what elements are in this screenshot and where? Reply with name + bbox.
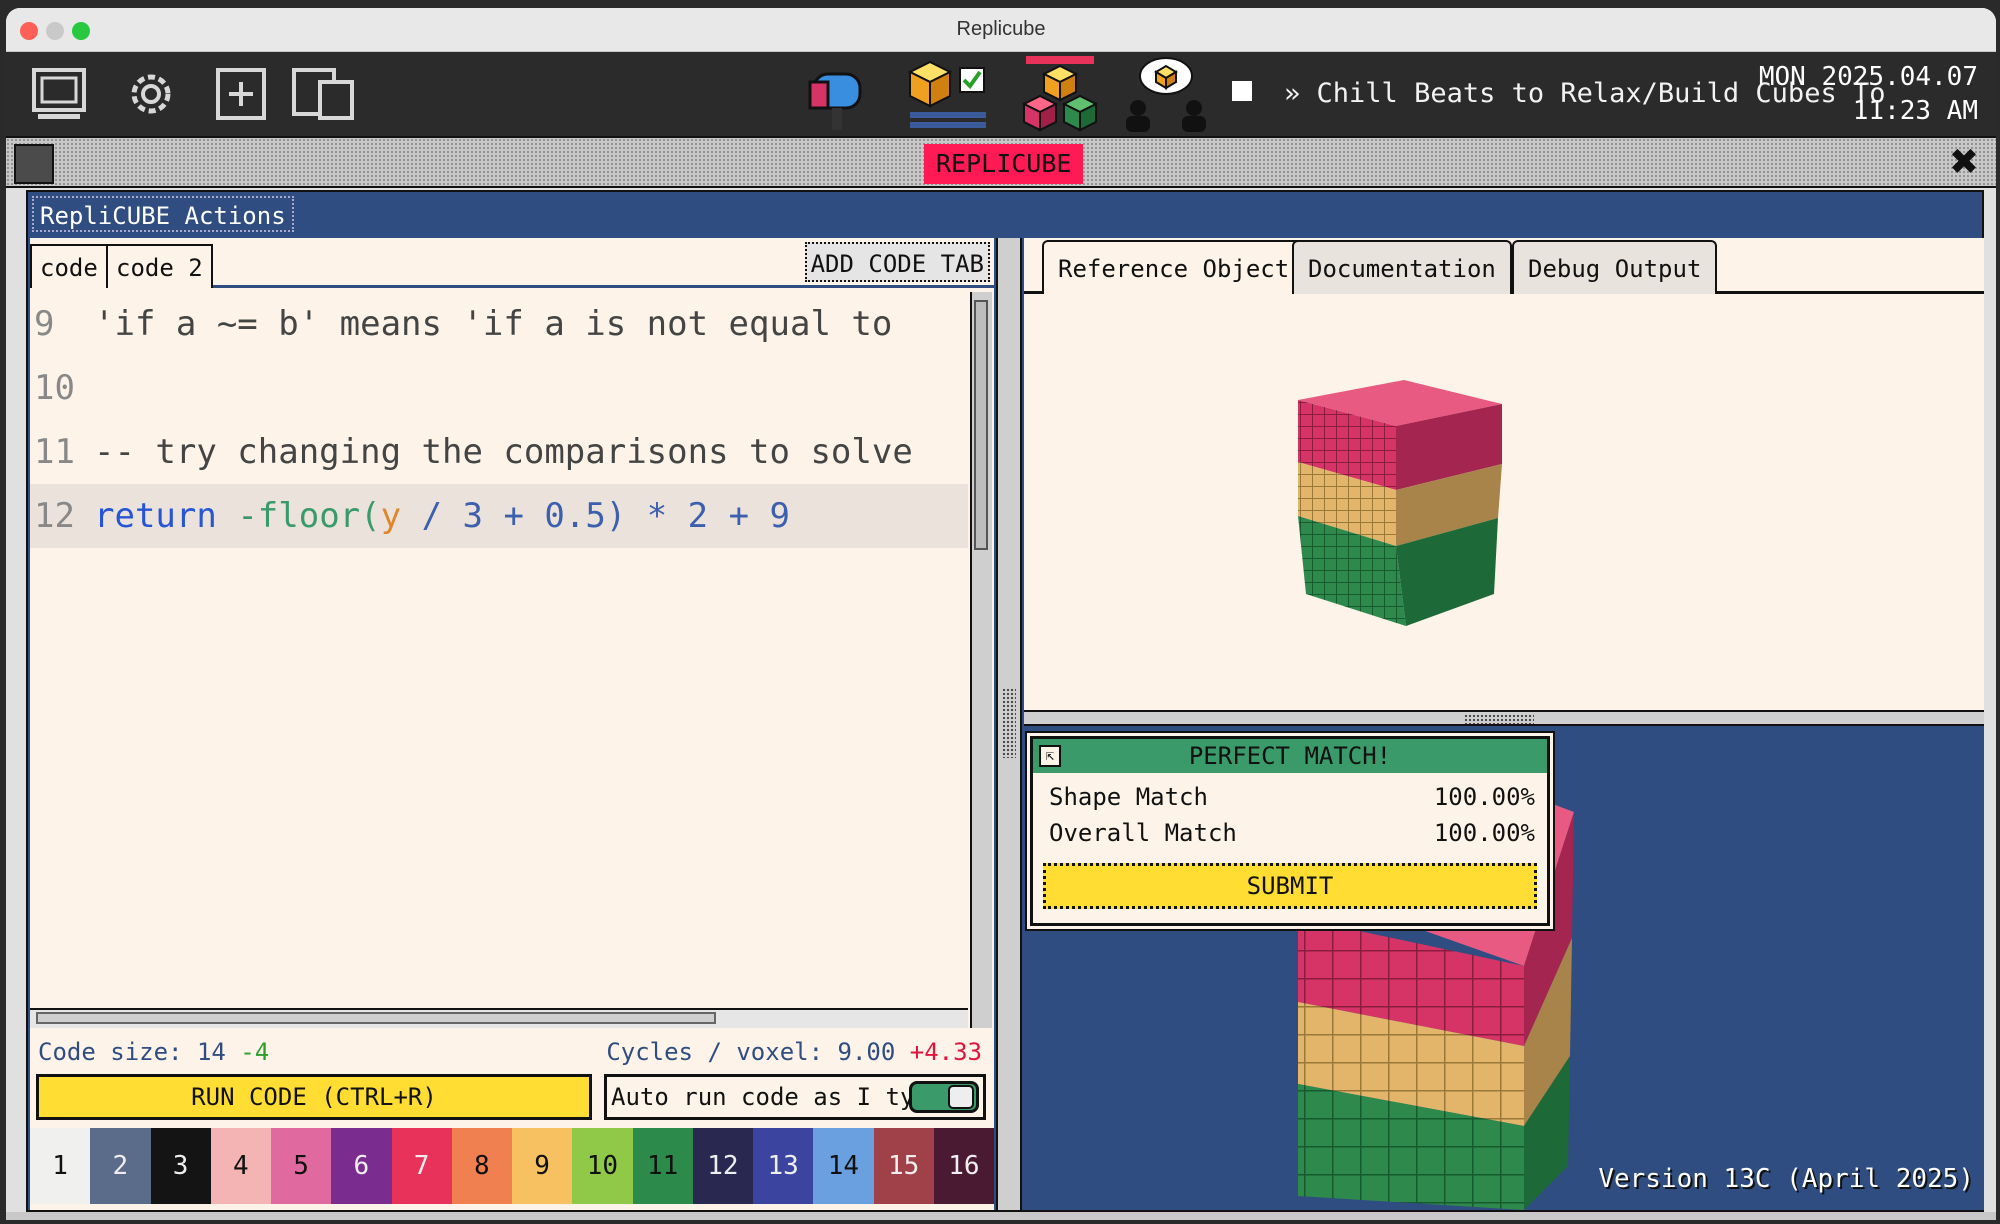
color-swatch-9[interactable]: 9 — [512, 1128, 573, 1204]
color-palette: 1 2 3 4 5 6 7 8 9 10 11 12 13 14 15 16 — [30, 1128, 994, 1204]
copy-window-icon[interactable] — [290, 66, 356, 122]
actions-bar: RepliCUBE Actions — [28, 192, 1982, 236]
app-badge: REPLICUBE — [924, 144, 1084, 184]
people-cube-icon[interactable] — [1124, 56, 1208, 134]
app-window: Replicube » Chill Beats to Relax/Build C… — [6, 8, 1996, 1220]
stop-music-button[interactable] — [1232, 81, 1252, 101]
code-line: 10 — [34, 368, 75, 408]
actions-title[interactable]: RepliCUBE Actions — [32, 196, 294, 232]
code-editor-panel: code code 2 ADD CODE TAB 9'if a ~= b' me… — [30, 238, 994, 1210]
code-tabs: code code 2 ADD CODE TAB — [30, 238, 994, 288]
code-size: Code size: 14 -4 — [38, 1038, 270, 1066]
auto-run-option: Auto run code as I type — [604, 1074, 986, 1120]
close-icon[interactable]: ✖ — [1944, 143, 1984, 183]
horizontal-splitter[interactable] — [1024, 710, 1984, 726]
cube-checklist-icon[interactable] — [906, 58, 990, 134]
clock-time: 11:23 AM — [1852, 96, 1978, 126]
color-swatch-5[interactable]: 5 — [271, 1128, 332, 1204]
add-code-tab-button[interactable]: ADD CODE TAB — [804, 242, 990, 282]
right-panel: Reference Object Documentation Debug Out… — [1024, 238, 1984, 1210]
code-line-active: 12 return -floor(y / 3 + 0.5) * 2 + 9 — [30, 484, 968, 548]
clock: MON 2025.04.07 11:23 AM — [1759, 60, 1978, 128]
code-line: 9'if a ~= b' means 'if a is not equal to — [34, 304, 893, 344]
run-code-button[interactable]: RUN CODE (CTRL+R) — [36, 1074, 592, 1120]
match-result-popup: ⇱ PERFECT MATCH! Shape Match 100.00% Over… — [1030, 736, 1550, 926]
reference-cube — [1298, 380, 1502, 626]
color-swatch-6[interactable]: 6 — [331, 1128, 392, 1204]
collapse-icon[interactable]: ⇱ — [1039, 745, 1061, 767]
color-swatch-3[interactable]: 3 — [150, 1128, 211, 1204]
window-titlebar: Replicube — [6, 8, 1996, 52]
window-title: Replicube — [956, 18, 1046, 40]
bottom-bar — [6, 1212, 1996, 1220]
popup-header: ⇱ PERFECT MATCH! — [1033, 739, 1547, 773]
color-swatch-10[interactable]: 10 — [572, 1128, 633, 1204]
tab-debug-output[interactable]: Debug Output — [1512, 240, 1718, 294]
right-tabs: Reference Object Documentation Debug Out… — [1024, 238, 1984, 294]
taskbar: » Chill Beats to Relax/Build Cubes To MO… — [6, 52, 1996, 136]
auto-run-label: Auto run code as I type — [611, 1083, 944, 1111]
3d-preview[interactable]: ⇱ PERFECT MATCH! Shape Match 100.00% Over… — [1024, 726, 1984, 1210]
color-swatch-4[interactable]: 4 — [210, 1128, 271, 1204]
code-area[interactable]: 9'if a ~= b' means 'if a is not equal to… — [30, 292, 968, 1008]
color-swatch-13[interactable]: 13 — [753, 1128, 814, 1204]
color-swatch-2[interactable]: 2 — [90, 1128, 151, 1204]
color-swatch-11[interactable]: 11 — [632, 1128, 693, 1204]
mailbox-icon[interactable] — [806, 58, 870, 132]
new-file-icon[interactable] — [212, 66, 270, 122]
code-stats: Code size: 14 -4 Cycles / voxel: 9.00 +4… — [30, 1032, 994, 1072]
color-swatch-7[interactable]: 7 — [391, 1128, 452, 1204]
monitor-icon[interactable] — [30, 66, 88, 122]
code-line: 11 -- try changing the comparisons to sol… — [34, 432, 913, 472]
cycles-per-voxel: Cycles / voxel: 9.00 +4.33 — [606, 1038, 982, 1066]
color-swatch-14[interactable]: 14 — [813, 1128, 874, 1204]
tab-code[interactable]: code — [30, 244, 108, 288]
code-vertical-scrollbar[interactable] — [970, 292, 992, 1028]
overall-match-row: Overall Match 100.00% — [1049, 819, 1535, 847]
gear-icon[interactable] — [122, 66, 180, 122]
clock-date: MON 2025.04.07 — [1758, 62, 1978, 92]
color-swatch-8[interactable]: 8 — [451, 1128, 512, 1204]
app-menu-button[interactable] — [14, 144, 54, 184]
color-swatch-1[interactable]: 1 — [30, 1128, 91, 1204]
tab-documentation[interactable]: Documentation — [1292, 240, 1512, 294]
code-horizontal-scrollbar[interactable] — [30, 1008, 968, 1028]
tab-reference-object[interactable]: Reference Object — [1042, 240, 1306, 294]
submit-button[interactable]: SUBMIT — [1043, 863, 1537, 909]
replicube-app: RepliCUBE Actions code code 2 ADD CODE T… — [26, 190, 1984, 1212]
color-swatch-12[interactable]: 12 — [692, 1128, 753, 1204]
vertical-splitter[interactable] — [996, 238, 1022, 1210]
reference-object-view[interactable] — [1024, 294, 1984, 710]
scrollbar-thumb[interactable] — [36, 1012, 716, 1024]
scrollbar-thumb[interactable] — [974, 300, 988, 550]
tab-code-2[interactable]: code 2 — [106, 244, 213, 288]
color-swatch-15[interactable]: 15 — [873, 1128, 934, 1204]
app-title-strip: REPLICUBE ✖ — [6, 136, 1996, 188]
fast-forward-icon: » — [1284, 78, 1301, 109]
cube-stack-icon[interactable] — [1018, 56, 1102, 134]
auto-run-toggle[interactable] — [909, 1081, 979, 1113]
shape-match-row: Shape Match 100.00% — [1049, 783, 1535, 811]
color-swatch-16[interactable]: 16 — [933, 1128, 994, 1204]
version-label: Version 13C (April 2025) — [1598, 1164, 1974, 1194]
popup-title: PERFECT MATCH! — [1188, 742, 1392, 770]
